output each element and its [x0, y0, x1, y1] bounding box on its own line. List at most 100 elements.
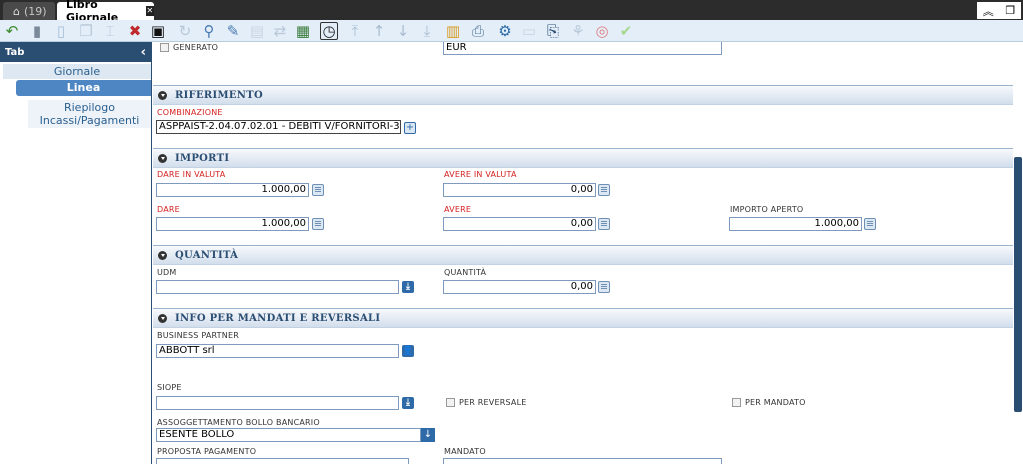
- settings-gear-icon[interactable]: ⚙: [496, 22, 514, 40]
- importo-aperto-label: IMPORTO APERTO: [730, 205, 804, 214]
- sidebar-item-linea[interactable]: Linea: [16, 80, 151, 96]
- dare-label: DARE: [157, 205, 180, 214]
- bollo-select[interactable]: ESENTE BOLLO: [156, 428, 421, 442]
- calculator-icon[interactable]: [864, 218, 876, 230]
- record-form: GENERATO EUR RIFERIMENTO COMBINAZIONE AS…: [152, 42, 1013, 464]
- collapse-section-icon[interactable]: [158, 153, 167, 163]
- section-importi-title: IMPORTI: [175, 152, 230, 164]
- book-icon[interactable]: ▮: [28, 22, 46, 40]
- mandato-field[interactable]: [443, 458, 722, 464]
- quantita-field[interactable]: 0,00: [443, 280, 596, 294]
- note-icon[interactable]: ▤: [248, 22, 266, 40]
- section-riferimento[interactable]: RIFERIMENTO: [153, 85, 1013, 105]
- vertical-scrollbar[interactable]: [1013, 42, 1023, 464]
- dare-field[interactable]: 1.000,00: [156, 217, 309, 231]
- section-riferimento-title: RIFERIMENTO: [175, 89, 263, 101]
- currency-field[interactable]: EUR: [443, 42, 722, 55]
- save-icon[interactable]: ▣: [149, 22, 167, 40]
- undo-icon[interactable]: ↶: [3, 22, 21, 40]
- refresh-icon[interactable]: ↻: [176, 22, 194, 40]
- clock-icon[interactable]: ◷: [320, 22, 338, 40]
- sidebar-item-giornale[interactable]: Giornale: [3, 64, 151, 79]
- avere-field[interactable]: 0,00: [443, 217, 596, 231]
- mandato-label: MANDATO: [444, 447, 486, 456]
- udm-label: UDM: [157, 268, 177, 277]
- close-tab-icon[interactable]: ✕: [145, 6, 154, 16]
- sidebar-header: Tab ‹: [0, 42, 151, 62]
- calculator-icon[interactable]: [312, 184, 324, 196]
- first-record-icon[interactable]: ⤒: [346, 22, 364, 40]
- select-arrow-icon[interactable]: ↓: [421, 428, 435, 442]
- section-quantita[interactable]: QUANTITÀ: [153, 245, 1013, 265]
- export-icon[interactable]: ⎘: [544, 22, 562, 40]
- avere-label: AVERE: [444, 205, 472, 214]
- scrollbar-thumb[interactable]: [1014, 157, 1022, 412]
- clear-icon[interactable]: ⌶: [101, 22, 119, 40]
- section-importi[interactable]: IMPORTI: [153, 148, 1013, 168]
- grid-toggle-icon[interactable]: ▦: [294, 22, 312, 40]
- collapse-section-icon[interactable]: [158, 313, 167, 323]
- combinazione-field[interactable]: ASPPAIST-2.04.07.02.01 - DEBITI V/FORNIT…: [156, 120, 401, 134]
- sidebar-item-riepilogo[interactable]: Riepilogo Incassi/Pagamenti: [28, 100, 151, 128]
- section-info-mandati[interactable]: INFO PER MANDATI E REVERSALI: [153, 308, 1013, 328]
- combination-edit-icon[interactable]: +: [404, 122, 416, 134]
- archive-icon[interactable]: ▭: [520, 22, 538, 40]
- previous-record-icon[interactable]: ↑: [370, 22, 388, 40]
- siope-label: SIOPE: [157, 383, 182, 392]
- per-reversale-label: PER REVERSALE: [459, 398, 527, 407]
- next-record-icon[interactable]: ↓: [394, 22, 412, 40]
- per-reversale-checkbox[interactable]: [446, 398, 455, 407]
- check-icon[interactable]: ✔: [617, 22, 635, 40]
- proposta-pagamento-label: PROPOSTA PAGAMENTO: [157, 447, 257, 456]
- per-mandato-checkbox[interactable]: [732, 398, 741, 407]
- print-icon[interactable]: ⎙: [469, 22, 487, 40]
- last-record-icon[interactable]: ⤓: [418, 22, 436, 40]
- per-mandato-label: PER MANDATO: [745, 398, 806, 407]
- window-controls: ︽ ❐: [977, 2, 1021, 19]
- report-chart-icon[interactable]: ▥: [444, 22, 462, 40]
- dare-in-valuta-field[interactable]: 1.000,00: [156, 183, 309, 197]
- collapse-section-icon[interactable]: [158, 250, 167, 260]
- search-icon[interactable]: ⚲: [200, 22, 218, 40]
- calculator-icon[interactable]: [598, 218, 610, 230]
- bollo-label: ASSOGGETTAMENTO BOLLO BANCARIO: [157, 418, 320, 427]
- home-tab-count: (19): [23, 4, 47, 18]
- generato-checkbox[interactable]: [160, 43, 169, 52]
- calculator-icon[interactable]: [598, 184, 610, 196]
- home-icon: ⌂: [13, 4, 20, 18]
- section-quantita-title: QUANTITÀ: [175, 249, 239, 261]
- collapse-icon[interactable]: ︽: [983, 3, 994, 19]
- calculator-icon[interactable]: [598, 281, 610, 293]
- collapse-section-icon[interactable]: [158, 90, 167, 100]
- attachment-icon[interactable]: ✎: [224, 22, 242, 40]
- help-icon[interactable]: ◎: [593, 22, 611, 40]
- restore-window-icon[interactable]: ❐: [1005, 4, 1015, 17]
- udm-field[interactable]: [156, 280, 399, 294]
- window-tab-bar: ⌂ (19) Libro Giornale ✕ ︽ ❐: [0, 0, 1023, 24]
- history-icon[interactable]: ⇄: [271, 22, 289, 40]
- quantita-label: QUANTITÀ: [444, 268, 487, 277]
- delete-icon[interactable]: ✖: [126, 22, 144, 40]
- siope-field[interactable]: [156, 396, 399, 410]
- dropdown-arrow-icon[interactable]: ⤓: [402, 281, 414, 293]
- avere-in-valuta-label: AVERE IN VALUTA: [444, 170, 517, 179]
- home-tab[interactable]: ⌂ (19): [3, 2, 55, 20]
- toolbar: ↶ ▮ ▯ ❐ ⌶ ✖ ▣ ↻ ⚲ ✎ ▤ ⇄ ▦ ◷ ⤒ ↑ ↓ ⤓ ▥ ⎙ …: [0, 20, 1023, 42]
- business-partner-icon[interactable]: 👤: [402, 345, 414, 357]
- dropdown-arrow-icon[interactable]: ⤓: [402, 397, 414, 409]
- libro-giornale-tab[interactable]: Libro Giornale ✕: [57, 0, 154, 24]
- combinazione-label: COMBINAZIONE: [157, 108, 223, 117]
- collapse-sidebar-icon[interactable]: ‹: [141, 45, 146, 60]
- proposta-pagamento-field[interactable]: [156, 458, 409, 464]
- copy-icon[interactable]: ❐: [77, 22, 95, 40]
- new-record-icon[interactable]: ▯: [52, 22, 70, 40]
- generato-label: GENERATO: [173, 43, 219, 52]
- importo-aperto-field: 1.000,00: [729, 217, 862, 231]
- sidebar-title: Tab: [5, 46, 25, 58]
- avere-in-valuta-field[interactable]: 0,00: [443, 183, 596, 197]
- section-info-mandati-title: INFO PER MANDATI E REVERSALI: [175, 312, 381, 324]
- calculator-icon[interactable]: [312, 218, 324, 230]
- dare-in-valuta-label: DARE IN VALUTA: [157, 170, 226, 179]
- workflow-icon[interactable]: ⚘: [569, 22, 587, 40]
- business-partner-field[interactable]: ABBOTT srl: [156, 344, 399, 358]
